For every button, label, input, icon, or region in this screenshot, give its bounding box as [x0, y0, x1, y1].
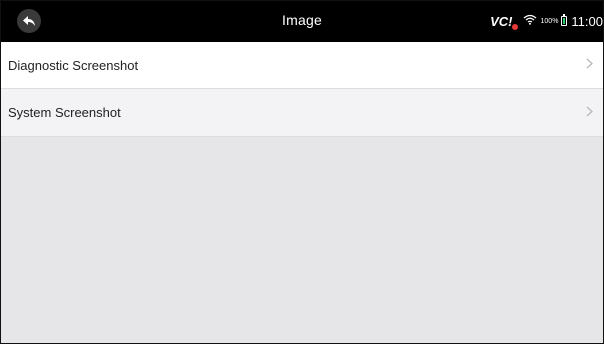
list-item-system-screenshot[interactable]: System Screenshot — [1, 89, 603, 137]
vci-indicator: VC! — [490, 13, 518, 30]
status-bar: VC! 100% 11:00 — [490, 11, 603, 31]
battery-percent: 100% — [540, 17, 559, 25]
list-item-diagnostic-screenshot[interactable]: Diagnostic Screenshot — [1, 42, 603, 89]
chevron-right-icon — [586, 104, 593, 122]
battery-level — [563, 18, 566, 24]
chevron-right-icon — [586, 56, 593, 74]
list-item-label: Diagnostic Screenshot — [8, 57, 139, 73]
screenshot-list: Diagnostic Screenshot System Screenshot — [1, 42, 603, 137]
wifi-icon — [523, 12, 537, 30]
clock: 11:00 — [571, 13, 603, 29]
vci-alert-dot — [511, 23, 518, 30]
vci-label: VC — [490, 13, 509, 29]
top-bar: Image VC! 100% 11:00 — [1, 1, 603, 42]
battery-icon — [561, 14, 568, 26]
list-item-label: System Screenshot — [8, 105, 121, 120]
app-window: Image VC! 100% 11:00 Diagnostic Screensh… — [0, 0, 604, 344]
